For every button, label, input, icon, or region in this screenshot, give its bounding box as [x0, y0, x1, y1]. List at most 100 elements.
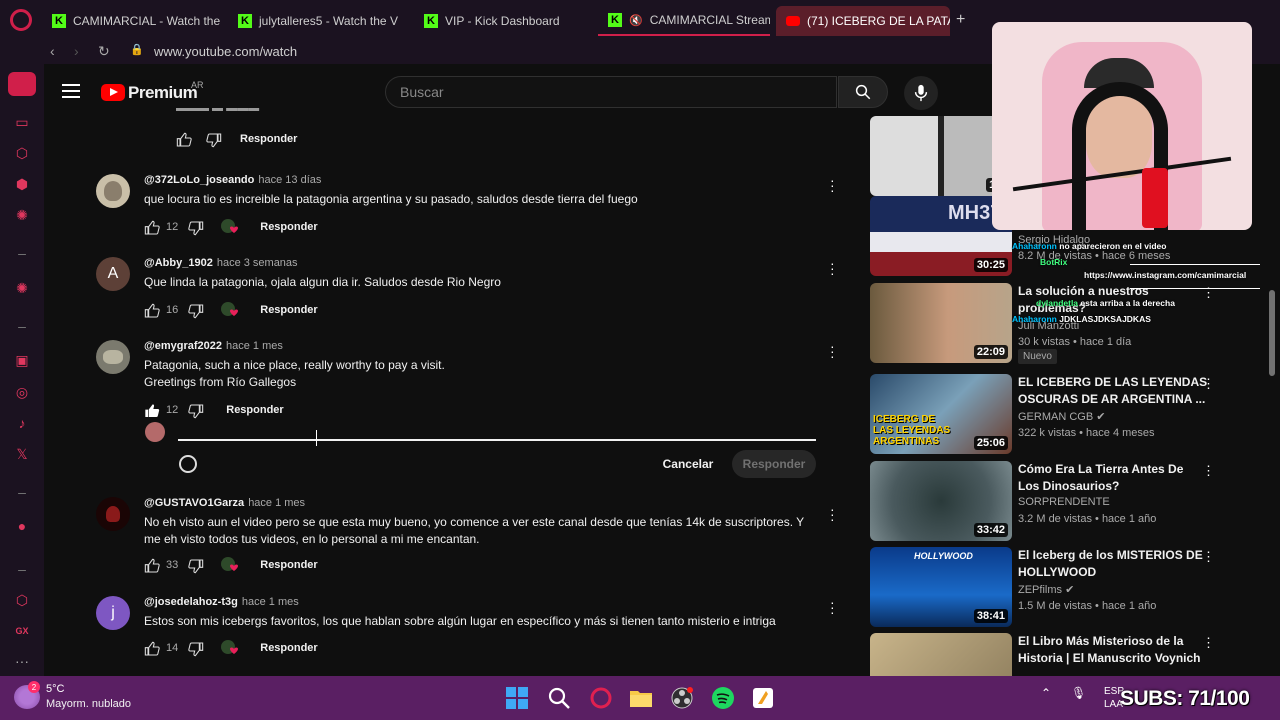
channel-name[interactable]: ZEPfilms — [1018, 584, 1062, 596]
dislike-icon[interactable] — [188, 641, 204, 657]
cancel-button[interactable]: Cancelar — [652, 452, 724, 476]
muted-speaker-icon[interactable]: 🔇 — [629, 14, 643, 27]
voice-search-button[interactable] — [904, 76, 938, 110]
video-channel[interactable]: GERMAN CGB ✔ — [1018, 410, 1105, 423]
search-input[interactable]: Buscar — [385, 76, 837, 108]
comment-time[interactable]: hace 1 mes — [248, 497, 305, 509]
tiktok-icon[interactable]: ♪ — [13, 414, 31, 432]
comment-time[interactable]: hace 1 mes — [242, 596, 299, 608]
comment-author[interactable]: @Abby_1902 — [144, 257, 213, 269]
related-video-6[interactable]: HOLLYWOOD 38:41 El Iceberg de los MISTER… — [870, 547, 1250, 629]
dislike-icon[interactable] — [188, 558, 204, 574]
submit-reply-button[interactable]: Responder — [732, 450, 816, 478]
reply-button[interactable]: Responder — [260, 221, 317, 233]
spotify-icon[interactable] — [711, 686, 735, 710]
related-video-7[interactable]: El Libro Más Misterioso de la Historia |… — [870, 633, 1250, 676]
avatar[interactable]: j — [96, 596, 130, 630]
openai-icon-2[interactable]: ✺ — [13, 279, 31, 297]
opera-gx-icon[interactable] — [589, 686, 613, 710]
video-menu-icon[interactable]: ⋮ — [1202, 376, 1215, 392]
windows-start-icon[interactable] — [505, 686, 529, 710]
tab-julytalleres[interactable]: K julytalleres5 - Watch the V — [228, 6, 408, 36]
back-icon[interactable]: ‹ — [50, 43, 55, 59]
reply-button[interactable]: Responder — [260, 304, 317, 316]
avatar[interactable] — [96, 174, 130, 208]
video-thumbnail[interactable]: HOLLYWOOD 38:41 — [870, 547, 1012, 627]
related-video-5[interactable]: 33:42 Cómo Era La Tierra Antes De Los Di… — [870, 461, 1250, 543]
comment-time[interactable]: hace 3 semanas — [217, 257, 298, 269]
tab-youtube-iceberg[interactable]: (71) ICEBERG DE LA PATAGO — [776, 6, 950, 36]
like-icon[interactable] — [144, 558, 160, 573]
menu-icon[interactable] — [62, 84, 80, 98]
video-thumbnail[interactable]: MH37 30:25 — [870, 196, 1012, 276]
dislike-icon[interactable] — [206, 132, 222, 148]
like-icon[interactable] — [144, 220, 160, 235]
search-button[interactable] — [838, 76, 888, 108]
dislike-icon[interactable] — [188, 403, 204, 419]
url-field[interactable]: www.youtube.com/watch — [154, 44, 297, 59]
video-title[interactable]: EL ICEBERG DE LAS LEYENDAS OSCURAS DE AR… — [1018, 374, 1208, 408]
security-icon[interactable]: 🔒 — [130, 43, 144, 56]
comment-menu-icon[interactable]: · · · — [830, 502, 835, 526]
twitch-icon[interactable]: ▣ — [13, 351, 31, 369]
avatar[interactable] — [96, 497, 130, 531]
dislike-icon[interactable] — [188, 220, 204, 236]
gx-icon[interactable]: GX — [13, 622, 31, 640]
comment-menu-icon[interactable]: · · · — [830, 173, 835, 197]
avatar[interactable] — [96, 340, 130, 374]
video-channel[interactable]: ZEPfilms ✔ — [1018, 583, 1074, 596]
channel-name[interactable]: GERMAN CGB — [1018, 411, 1093, 423]
emoji-icon[interactable] — [179, 455, 197, 473]
tray-chevron-icon[interactable]: ⌃ — [1041, 686, 1051, 700]
streamlabs-icon[interactable] — [751, 686, 775, 710]
like-icon[interactable] — [144, 303, 160, 318]
file-explorer-icon[interactable] — [629, 686, 653, 710]
search-icon[interactable] — [547, 686, 571, 710]
related-video-3[interactable]: 22:09 La solución a nuestros problemas? … — [870, 283, 1250, 365]
avatar[interactable]: A — [96, 257, 130, 291]
new-tab-button[interactable]: + — [956, 11, 965, 29]
youtube-logo-icon[interactable] — [101, 84, 125, 101]
video-thumbnail[interactable]: ICEBERG DE LAS LEYENDAS ARGENTINAS 25:06 — [870, 374, 1012, 454]
reply-button[interactable]: Responder — [240, 133, 297, 145]
tray-microphone-icon[interactable]: 🎙 — [1071, 686, 1086, 700]
comment-menu-icon[interactable]: · · · — [830, 339, 835, 363]
video-thumbnail[interactable]: 33:42 — [870, 461, 1012, 541]
comment-time[interactable]: hace 13 días — [258, 174, 321, 186]
aria-icon[interactable]: ⬡ — [13, 144, 31, 162]
scrollbar-thumb[interactable] — [1269, 290, 1275, 376]
player-icon[interactable]: ● — [13, 517, 31, 535]
instagram-icon[interactable]: ◎ — [13, 383, 31, 401]
comment-author[interactable]: @emygraf2022 — [144, 340, 222, 352]
reply-input[interactable] — [178, 439, 816, 441]
forward-icon[interactable]: › — [74, 43, 79, 59]
tab-camimarcial[interactable]: K CAMIMARCIAL - Watch the — [42, 6, 222, 36]
comment-author[interactable]: @josedelahoz-t3g — [144, 596, 238, 608]
video-menu-icon[interactable]: ⋮ — [1202, 635, 1215, 651]
x-twitter-icon[interactable]: 𝕏 — [13, 445, 31, 463]
video-title[interactable]: El Libro Más Misterioso de la Historia |… — [1018, 633, 1208, 667]
reply-button[interactable]: Responder — [226, 404, 283, 416]
home-icon[interactable] — [8, 72, 36, 96]
like-icon[interactable] — [176, 132, 192, 147]
video-menu-icon[interactable]: ⋮ — [1202, 549, 1215, 565]
related-video-4[interactable]: ICEBERG DE LAS LEYENDAS ARGENTINAS 25:06… — [870, 374, 1250, 456]
comment-time[interactable]: hace 1 mes — [226, 340, 283, 352]
youtube-premium-label[interactable]: Premium — [128, 83, 198, 103]
more-icon[interactable]: ··· — [13, 652, 31, 670]
shield-icon[interactable]: ⬡ — [13, 591, 31, 609]
comment-author[interactable]: @372LoLo_joseando — [144, 174, 254, 186]
openai-icon[interactable]: ✺ — [13, 206, 31, 224]
weather-description[interactable]: Mayorm. nublado — [46, 698, 131, 710]
dislike-icon[interactable] — [188, 303, 204, 319]
tab-kick-dashboard[interactable]: K VIP - Kick Dashboard — [414, 6, 594, 36]
video-menu-icon[interactable]: ⋮ — [1202, 463, 1215, 479]
like-icon-active[interactable] — [144, 403, 160, 417]
like-icon[interactable] — [144, 641, 160, 656]
comment-menu-icon[interactable]: · · · — [830, 256, 835, 280]
video-thumbnail[interactable] — [870, 633, 1012, 676]
video-channel[interactable]: SORPRENDENTE — [1018, 496, 1110, 508]
comment-author[interactable]: @GUSTAVO1Garza — [144, 497, 244, 509]
reply-button[interactable]: Responder — [260, 642, 317, 654]
reload-icon[interactable]: ↻ — [98, 43, 110, 60]
